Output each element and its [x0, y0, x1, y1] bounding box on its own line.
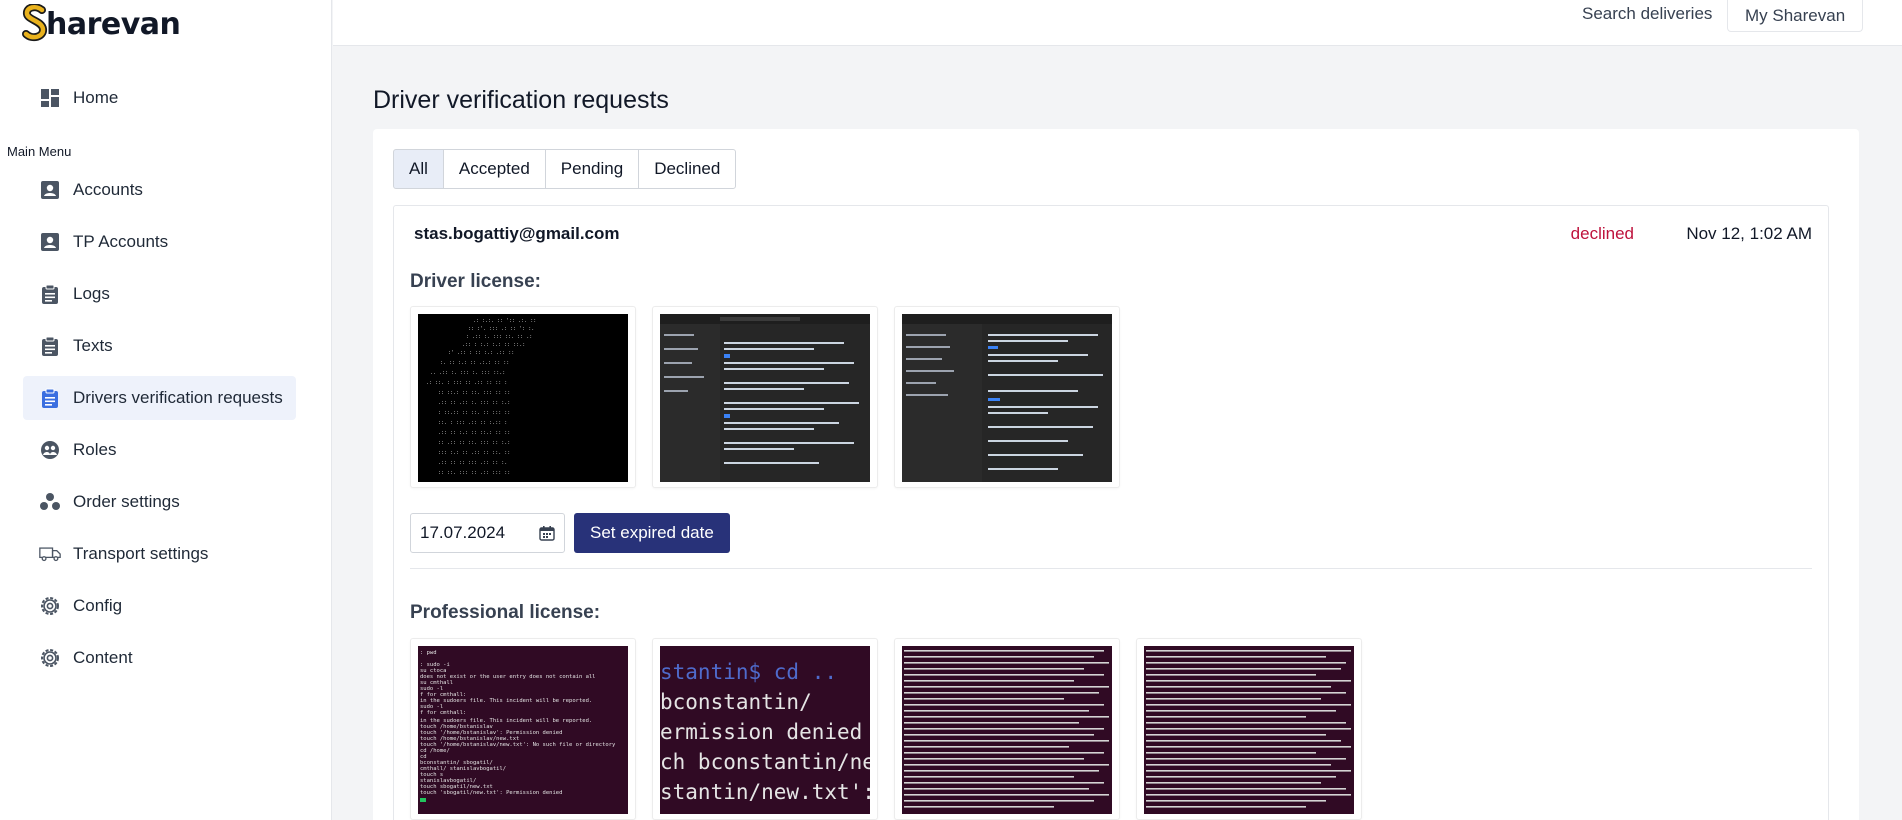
driver-license-image[interactable]: .: :.:. :: ':: .:. :: :: :'. ::: .: :: '… [410, 306, 636, 488]
my-sharevan-button[interactable]: My Sharevan [1727, 0, 1864, 32]
status-tabs: All Accepted Pending Declined [393, 149, 737, 189]
page-title: Driver verification requests [373, 86, 669, 114]
expire-date-input[interactable]: 17.07.2024 [410, 513, 565, 553]
license-photo [902, 646, 1112, 814]
search-deliveries-link[interactable]: Search deliveries [1582, 0, 1712, 28]
professional-license-image[interactable] [894, 638, 1120, 820]
svg-text:.:: :: :.: :: ::.: :: ::: .:: :: :.: :: ::.: :: :: [438, 430, 510, 436]
sidebar-item-config[interactable]: Config [23, 584, 296, 628]
sidebar-item-label: Content [73, 648, 133, 667]
sidebar-item-order-settings[interactable]: Order settings [23, 480, 296, 524]
svg-text::: ::. ::: :: .:: ::: ::: :: ::. ::: :: .:: ::: :: [438, 470, 510, 476]
clipboard-icon [39, 335, 61, 357]
terminal-line: ch bconstantin/ne [660, 750, 870, 774]
logo-s-icon [22, 4, 47, 42]
requests-card: All Accepted Pending Declined stas.bogat… [373, 129, 1859, 820]
sidebar-item-label: Order settings [73, 492, 180, 511]
clipboard-icon [39, 387, 61, 409]
professional-license-image[interactable] [1136, 638, 1362, 820]
tab-accepted[interactable]: Accepted [442, 149, 546, 189]
account-box-icon [39, 231, 61, 253]
professional-license-image[interactable]: stantin$ cd .. bconstantin/ ermission de… [652, 638, 878, 820]
license-photo: stantin$ cd .. bconstantin/ ermission de… [660, 646, 870, 814]
tab-pending[interactable]: Pending [544, 149, 640, 189]
svg-text::: .:: :: ::. ::: :: :.:: :: .:: :: ::. ::: :: :.: [438, 440, 510, 446]
status-badge: declined [1570, 224, 1634, 243]
clipboard-icon [39, 283, 61, 305]
set-expired-date-button[interactable]: Set expired date [574, 513, 730, 553]
sidebar-item-label: TP Accounts [73, 232, 169, 251]
top-bar: Search deliveries My Sharevan [333, 0, 1902, 46]
svg-text:::. : ::: .:: :: :.:: :: ::. : ::: .:: :: :.:: : [438, 420, 507, 426]
calendar-icon[interactable] [539, 525, 555, 541]
license-photo: : pwd : sudo -i su ctoca does not exist … [418, 646, 628, 814]
sidebar-item-transport-settings[interactable]: Transport settings [23, 532, 296, 576]
dashboard-icon [39, 87, 61, 109]
sidebar-item-label: Transport settings [73, 544, 209, 563]
terminal-line: bconstantin/ [660, 690, 812, 714]
verification-request: stas.bogattiy@gmail.com declined Nov 12,… [393, 205, 1829, 820]
svg-text:.: :.:. :: ':: .:. ::: .: :.:. :: ':: .:. :: [473, 318, 536, 324]
driver-license-image[interactable] [652, 306, 878, 488]
sidebar-item-logs[interactable]: Logs [23, 272, 296, 316]
svg-text:.:: :: .:: :. ::: :: :.:: .:: :: .:: :. ::: :: :.: [438, 400, 510, 406]
svg-text:::: :.: :: .:: :: ::. ::: ::: :.: :: .:: :: ::. :: [438, 450, 510, 456]
sidebar-item-label: Home [73, 88, 119, 107]
request-email: stas.bogattiy@gmail.com [414, 224, 620, 243]
sidebar-item-label: Accounts [73, 180, 143, 199]
license-photo [660, 314, 870, 482]
driver-license-label: Driver license: [410, 271, 541, 292]
truck-icon [39, 543, 61, 565]
sidebar-item-content[interactable]: Content [23, 636, 296, 680]
svg-text:.: ::. : ::: :: .:: :: :: :: .: ::. : ::: :: .:: :: :: : [426, 380, 507, 386]
sidebar-item-accounts[interactable]: Accounts [23, 168, 296, 212]
terminal-line: stantin/new.txt': [660, 780, 870, 804]
license-photo: .: :.:. :: ':: .:. :: :: :'. ::: .: :: '… [418, 314, 628, 482]
svg-text::: :'. ::: .: :: ': :.: :: :'. ::: .: :: ': :. [468, 326, 534, 332]
license-photo [902, 314, 1112, 482]
professional-license-image[interactable]: : pwd : sudo -i su ctoca does not exist … [410, 638, 636, 820]
expire-date-value: 17.07.2024 [420, 523, 506, 542]
sidebar-item-label: Drivers verification requests [73, 388, 283, 407]
terminal-line: stantin$ cd .. [660, 660, 838, 684]
svg-text::. :: :.: :: .:.: :: ::: :. :: :.: :: .:.: :: :: [440, 360, 509, 366]
svg-text:: ::.:: :: ::. :: ::: ::: : ::.:: :: ::. :: ::: :: [438, 410, 510, 416]
sidebar-item-label: Texts [73, 336, 113, 355]
sidebar-item-drivers-verification[interactable]: Drivers verification requests [23, 376, 296, 420]
terminal-line: ermission denied [660, 720, 863, 744]
sidebar-section-title: Main Menu [7, 144, 72, 159]
svg-text:.:: : :.: :.: :: ::.:: .:: : :.: :.: :: ::.: [462, 342, 525, 348]
svg-text:: .:: :. ::: ::. :: .:: : .:: :. ::: ::. :: .: [466, 334, 532, 340]
sidebar: harevan Home Main Menu Accounts TP Accou… [0, 0, 332, 820]
sidebar-item-label: Config [73, 596, 123, 615]
svg-text::: ::.: :: ::. ::: :: ::: :: ::.: :: ::. ::: :: :: [438, 390, 510, 396]
tab-declined[interactable]: Declined [638, 149, 737, 189]
svg-text:: pwd: : pwd [420, 650, 437, 656]
driver-license-image[interactable] [894, 306, 1120, 488]
app-logo[interactable]: harevan [22, 4, 181, 44]
request-date: Nov 12, 1:02 AM [1686, 224, 1812, 243]
sidebar-item-home[interactable]: Home [23, 76, 296, 120]
svg-text:.:: :: :: ::: .:: :: :.: .:: :: :: ::: .:: :: :. [438, 460, 507, 466]
sidebar-item-label: Roles [73, 440, 117, 459]
tab-all[interactable]: All [393, 149, 444, 189]
sidebar-item-roles[interactable]: Roles [23, 428, 296, 472]
svg-text:in the sudoers file. This inc: in the sudoers file. This incident will … [420, 698, 592, 704]
sidebar-item-texts[interactable]: Texts [23, 324, 296, 368]
professional-license-label: Professional license: [410, 602, 601, 623]
sidebar-item-label: Logs [73, 284, 110, 303]
svg-text:f for cmthall:: f for cmthall: [420, 710, 466, 716]
svg-text::' .:: : :: :.: .:: ::: :' .:: : :: :.: .:: :: [448, 350, 514, 356]
divider [410, 568, 1812, 569]
license-photo [1144, 646, 1354, 814]
app-name: harevan [46, 6, 181, 42]
gear-icon [39, 647, 61, 669]
sidebar-item-tp-accounts[interactable]: TP Accounts [23, 220, 296, 264]
account-box-icon [39, 179, 61, 201]
roles-icon [39, 439, 61, 461]
bubbles-icon [39, 491, 61, 513]
gear-icon [39, 595, 61, 617]
svg-text:.. .:: :. ::: :. ::: ::.:: .. .:: :. ::: :. ::: ::.: [430, 370, 505, 376]
svg-text:touch 'sbogatil/new.txt': Perm: touch 'sbogatil/new.txt': Permission den… [420, 790, 562, 796]
